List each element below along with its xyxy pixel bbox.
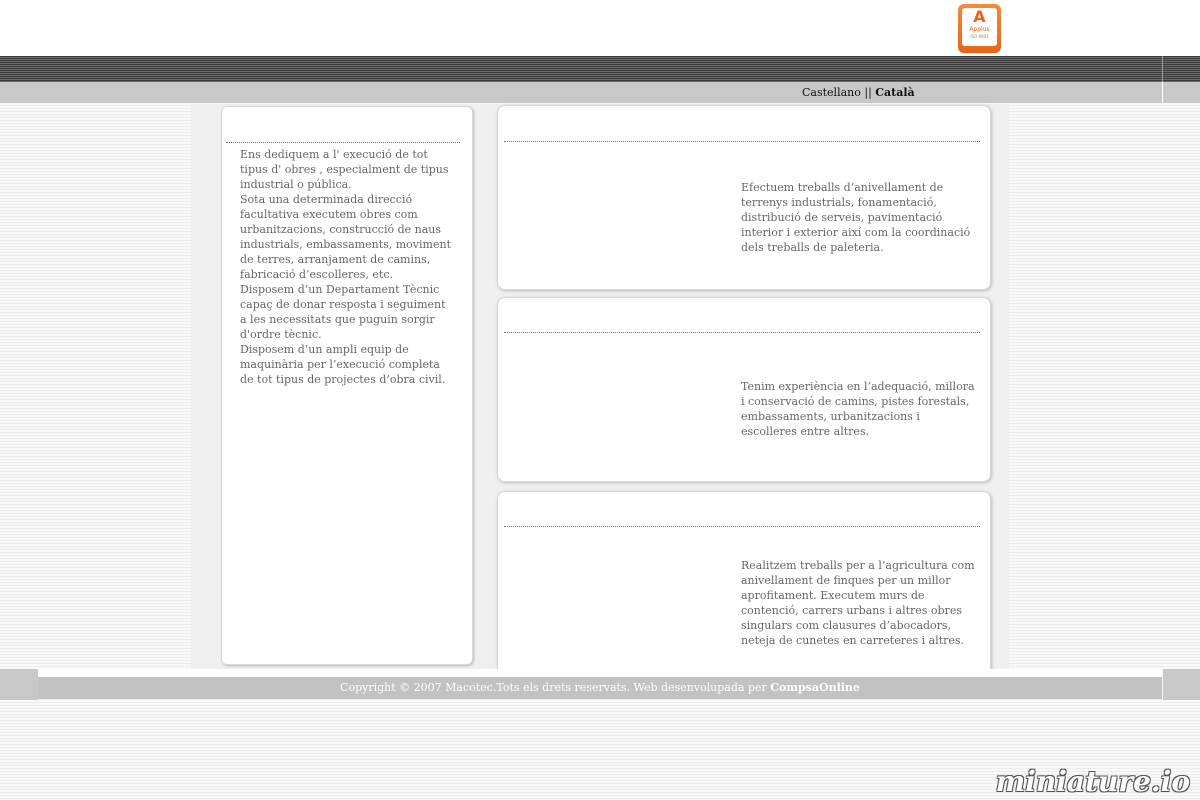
card-divider xyxy=(504,141,980,142)
logo-brand: Applus xyxy=(969,26,990,33)
lang-castellano-link[interactable]: Castellano xyxy=(802,86,861,99)
intro-paragraph: Disposem d’un Departament Tècnic capaç d… xyxy=(240,283,446,341)
service-card-2: Tenim experiència en l’adequació, millor… xyxy=(497,297,991,482)
logo-subtitle: ISO 9001 xyxy=(970,34,989,39)
service-card-1: Efectuem treballs d’anivellament de terr… xyxy=(497,105,991,290)
lang-catala-link[interactable]: Català xyxy=(875,86,914,99)
card-text: Efectuem treballs d’anivellament de terr… xyxy=(741,181,971,254)
nav-bar xyxy=(0,56,1200,82)
footer: Copyright © 2007 Macotec.Tots els drets … xyxy=(0,669,1200,701)
language-bar: Castellano || Català xyxy=(0,82,1200,103)
intro-paragraph: Ens dediquem a l' execució de tot tipus … xyxy=(240,148,449,191)
footer-bar: Copyright © 2007 Macotec.Tots els drets … xyxy=(38,677,1162,699)
watermark: miniature.io xyxy=(995,765,1190,798)
card-divider xyxy=(504,526,980,527)
card-text: Realitzem treballs per a l’agricultura c… xyxy=(741,559,975,647)
intro-panel: Ens dediquem a l' execució de tot tipus … xyxy=(221,106,473,665)
lang-separator: || xyxy=(864,86,872,99)
logo-letter: A xyxy=(973,7,986,26)
intro-paragraph: Sota una determinada direcció facultativ… xyxy=(240,193,451,281)
intro-text: Ens dediquem a l' execució de tot tipus … xyxy=(240,147,455,387)
copyright-text: Copyright © 2007 Macotec.Tots els drets … xyxy=(340,681,771,694)
header: A Applus ISO 9001 xyxy=(0,0,1200,56)
compsaonline-link[interactable]: CompsaOnline xyxy=(770,681,860,694)
intro-paragraph: Disposem d’un ampli equip de maquinària … xyxy=(240,343,446,386)
language-switcher: Castellano || Català xyxy=(802,86,915,99)
intro-divider xyxy=(226,142,460,143)
applus-logo[interactable]: A Applus ISO 9001 xyxy=(958,4,1001,53)
card-divider xyxy=(504,332,980,333)
card-text: Tenim experiència en l’adequació, millor… xyxy=(741,380,975,438)
service-card-3: Realitzem treballs per a l’agricultura c… xyxy=(497,491,991,675)
